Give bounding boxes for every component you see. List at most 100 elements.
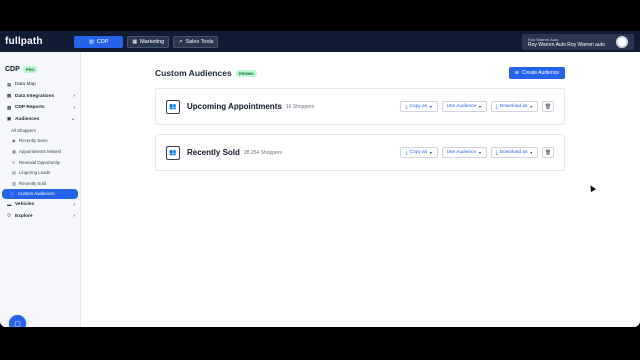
- audiences-icon: ▣: [7, 116, 12, 122]
- map-icon: ▦: [7, 81, 12, 87]
- sidebar: CDP PRO ▦ Data Map ▤ Data Integrations ›…: [0, 52, 81, 327]
- sidebar-subitem-custom-audiences[interactable]: □ Custom Audiences: [2, 188, 78, 200]
- sidebar-subitem-label: All Shoppers: [11, 127, 36, 133]
- nav-label: CDP: [96, 38, 109, 45]
- use-audience-button[interactable]: Use Audience ▼: [441, 147, 487, 158]
- sidebar-title: CDP: [5, 66, 20, 73]
- dealer-name: Roy Warren Auto Roy Warren auto: [528, 41, 605, 48]
- refresh-icon: ↻: [12, 159, 16, 165]
- caret-down-icon: ▼: [429, 104, 433, 109]
- trend-icon: ↗: [178, 38, 183, 45]
- car-icon: ▬: [7, 202, 12, 208]
- chat-icon: ▢: [14, 320, 21, 328]
- download-as-button[interactable]: ⤓ Download as ▼: [490, 147, 538, 158]
- audience-count: 16 Shoppers: [285, 103, 315, 110]
- top-nav-bar: fullpath ▥ CDP ▦ Marketing ↗ Sales Tools…: [0, 31, 640, 52]
- audience-name: Recently Sold: [187, 148, 240, 157]
- sidebar-item-label: Explore: [15, 213, 33, 219]
- caret-down-icon: ▼: [529, 104, 533, 109]
- chart-icon: ▥: [89, 38, 94, 45]
- download-icon: ⤓: [405, 150, 408, 156]
- sidebar-item-label: Audiences: [15, 116, 40, 122]
- create-audience-button[interactable]: ⊕ Create Audience: [508, 67, 565, 79]
- delete-button[interactable]: 🗑: [542, 101, 554, 112]
- sidebar-item-data-map[interactable]: ▦ Data Map: [0, 79, 80, 91]
- audience-actions: ⤓ Copy as ▼ Use Audience ▼ ⤓ Download as…: [400, 147, 554, 158]
- nav-sales-tools-button[interactable]: ↗ Sales Tools: [173, 35, 219, 48]
- sidebar-subitem-renewal-opportunity[interactable]: ↻ Renewal Opportunity: [0, 157, 80, 168]
- copy-as-label: Copy as: [409, 104, 428, 109]
- sidebar-subitem-label: Recently Sold: [19, 180, 47, 186]
- sidebar-subitem-appointments-missed[interactable]: ▦ Appointments Missed: [0, 146, 80, 157]
- reports-icon: ▥: [7, 104, 12, 110]
- audience-card: 👥 Upcoming Appointments 16 Shoppers ⤓ Co…: [155, 88, 565, 125]
- tag-icon: ▥: [12, 180, 16, 186]
- sidebar-item-audiences[interactable]: ▣ Audiences ⌄: [0, 114, 80, 126]
- sidebar-subitem-label: Renewal Opportunity: [19, 159, 61, 165]
- nav-cdp-button[interactable]: ▥ CDP: [74, 35, 124, 48]
- chevron-right-icon: ›: [73, 104, 75, 111]
- audience-card: 👥 Recently Sold 28,254 Shoppers ⤓ Copy a…: [155, 134, 565, 171]
- download-icon: ⤓: [495, 150, 498, 156]
- audience-name: Upcoming Appointments: [187, 102, 282, 111]
- app-window: CDP PRO ▦ Data Map ▤ Data Integrations ›…: [0, 31, 640, 327]
- eye-icon: ◉: [12, 138, 16, 144]
- caret-down-icon: ▼: [429, 150, 433, 155]
- use-audience-label: Use Audience: [446, 150, 477, 155]
- sidebar-subitem-all-shoppers[interactable]: All Shoppers: [0, 125, 80, 136]
- copy-as-label: Copy as: [409, 150, 428, 155]
- integrations-icon: ▤: [7, 93, 12, 99]
- promo-badge: PROMO: [235, 69, 257, 77]
- download-as-label: Download as: [499, 150, 528, 155]
- explore-icon: ♡: [7, 213, 12, 219]
- page-title: Custom Audiences: [155, 68, 232, 78]
- sidebar-subitem-recently-seen[interactable]: ◉ Recently Seen: [0, 136, 80, 147]
- sidebar-subitem-label: Recently Seen: [19, 138, 48, 144]
- copy-as-button[interactable]: ⤓ Copy as ▼: [400, 147, 438, 158]
- sidebar-item-vehicles[interactable]: ▬ Vehicles ›: [0, 199, 80, 211]
- sidebar-subitem-lingering-leads[interactable]: ▤ Lingering Leads: [0, 167, 80, 178]
- download-as-label: Download as: [499, 104, 528, 109]
- avatar[interactable]: [616, 36, 628, 48]
- trash-icon: 🗑: [544, 103, 552, 110]
- delete-button[interactable]: 🗑: [542, 147, 554, 158]
- nav-label: Marketing: [140, 38, 165, 45]
- create-audience-label: Create Audience: [522, 70, 559, 76]
- sidebar-item-label: Data Integrations: [15, 93, 55, 99]
- pro-badge: PRO: [22, 66, 38, 73]
- audience-count: 28,254 Shoppers: [243, 149, 282, 156]
- sidebar-item-label: Data Map: [15, 82, 36, 88]
- sidebar-item-label: Vehicles: [15, 202, 35, 208]
- sidebar-subitem-label: Lingering Leads: [19, 170, 51, 176]
- main-content: Custom Audiences PROMO ⊕ Create Audience…: [155, 66, 565, 171]
- chevron-down-icon: ⌄: [70, 116, 75, 123]
- dealer-selector[interactable]: Roy Warren Auto Roy Warren Auto Roy Warr…: [522, 34, 634, 50]
- audience-actions: ⤓ Copy as ▼ Use Audience ▼ ⤓ Download as…: [400, 101, 554, 112]
- calendar-icon: ▦: [12, 148, 16, 154]
- audience-icon: 👥: [166, 145, 180, 160]
- caret-down-icon: ▼: [478, 150, 482, 155]
- chevron-right-icon: ›: [73, 93, 75, 100]
- download-as-button[interactable]: ⤓ Download as ▼: [490, 101, 538, 112]
- chat-button[interactable]: ▢: [9, 315, 26, 327]
- chevron-right-icon: ›: [73, 201, 75, 208]
- sidebar-item-explore[interactable]: ♡ Explore ›: [0, 211, 80, 223]
- caret-down-icon: ▼: [478, 104, 482, 109]
- use-audience-button[interactable]: Use Audience ▼: [441, 101, 487, 112]
- caret-down-icon: ▼: [529, 150, 533, 155]
- clipboard-icon: ▤: [12, 170, 16, 176]
- nav-label: Sales Tools: [185, 38, 214, 45]
- custom-audience-icon: □: [11, 191, 14, 197]
- nav-marketing-button[interactable]: ▦ Marketing: [127, 35, 170, 48]
- audience-icon: 👥: [166, 99, 180, 114]
- sidebar-item-label: CDP Reports: [15, 105, 45, 111]
- use-audience-label: Use Audience: [446, 104, 477, 109]
- chevron-right-icon: ›: [73, 213, 75, 220]
- sidebar-item-data-integrations[interactable]: ▤ Data Integrations ›: [0, 91, 80, 103]
- sidebar-subitem-label: Custom Audiences: [18, 191, 55, 197]
- grid-icon: ▦: [132, 38, 138, 45]
- sidebar-item-cdp-reports[interactable]: ▥ CDP Reports ›: [0, 102, 80, 114]
- copy-as-button[interactable]: ⤓ Copy as ▼: [400, 101, 438, 112]
- download-icon: ⤓: [405, 104, 408, 110]
- sidebar-subitem-recently-sold[interactable]: ▥ Recently Sold: [0, 178, 80, 189]
